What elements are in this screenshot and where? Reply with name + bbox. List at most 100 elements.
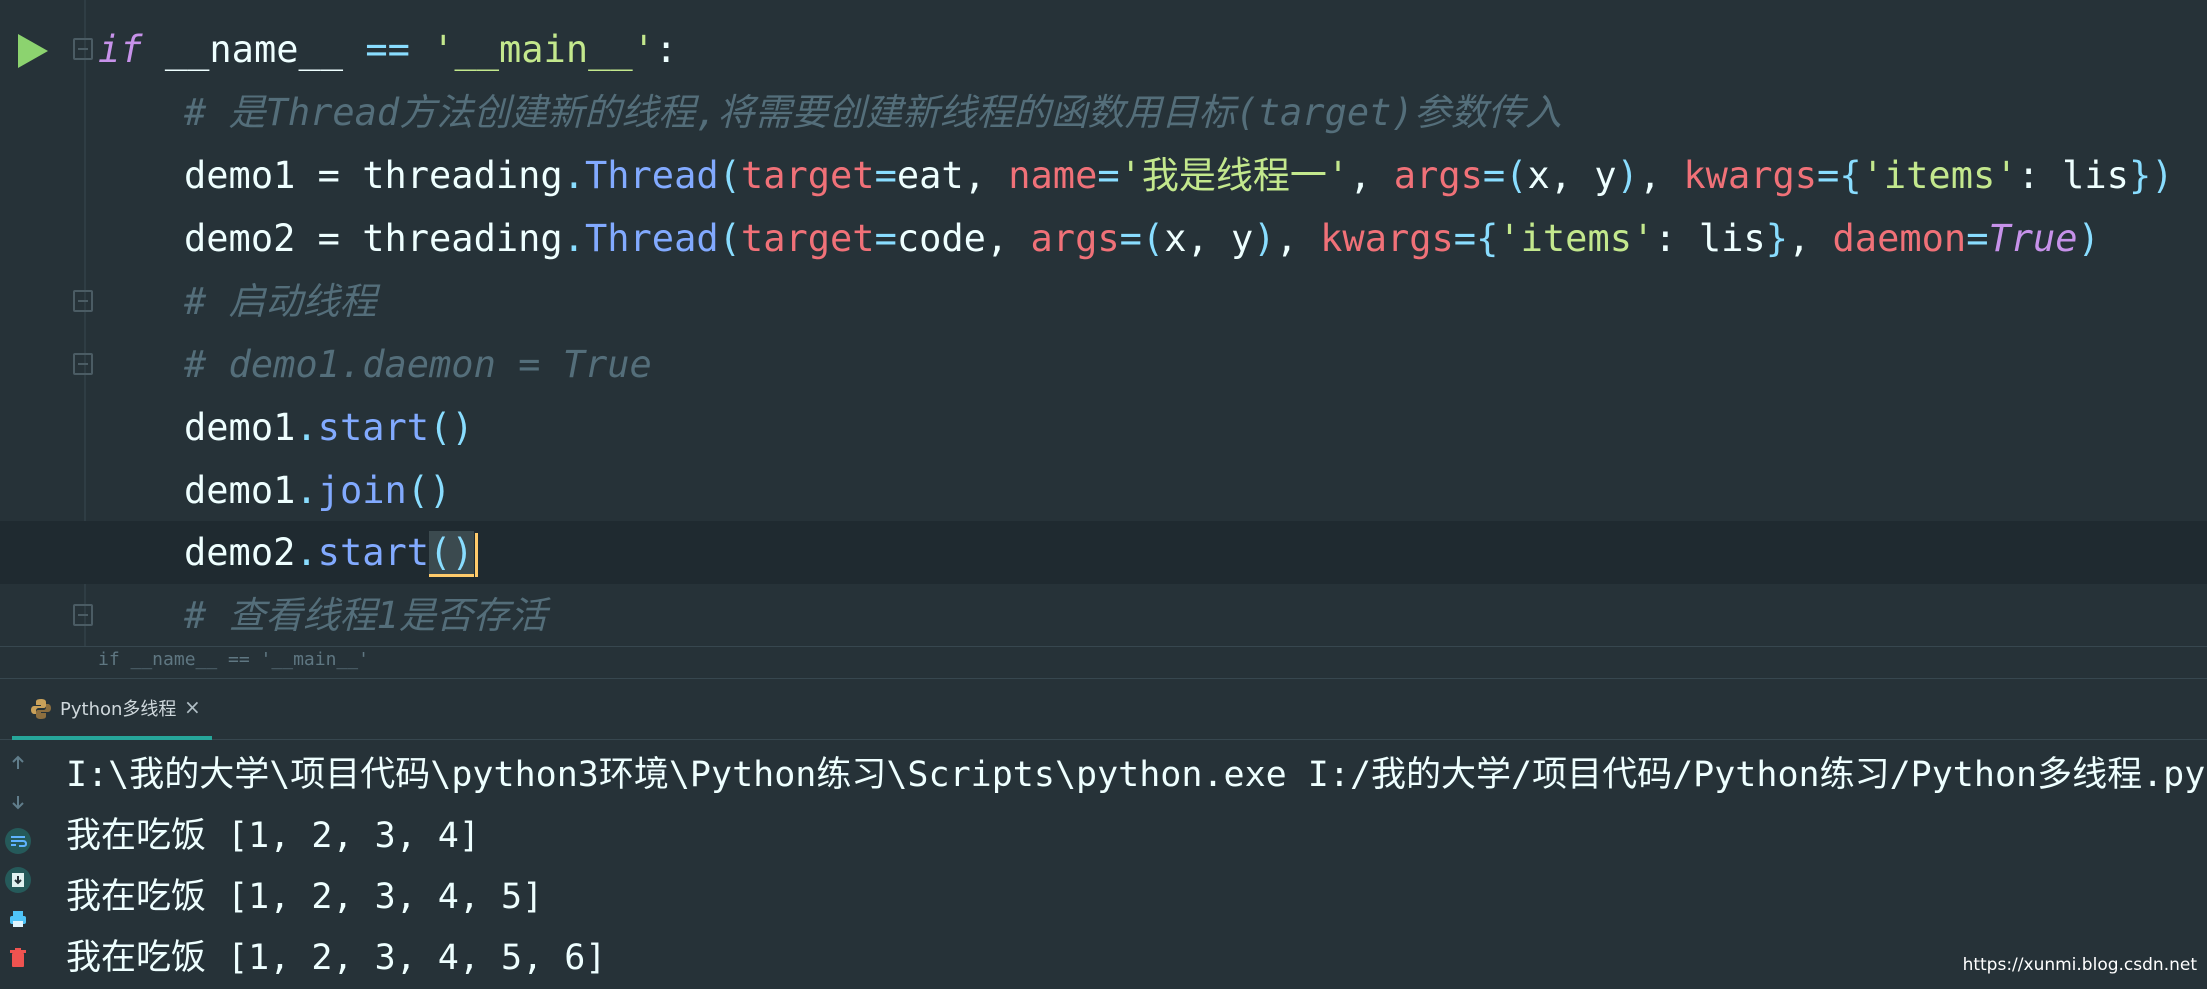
code-line-3[interactable]: demo1 = threading.Thread(target=eat, nam…: [0, 144, 2207, 207]
code-token: start: [317, 406, 430, 449]
code-token: daemon: [1832, 217, 1967, 260]
code-token: .: [295, 469, 318, 512]
code-token: args: [1393, 154, 1483, 197]
code-line-9-current[interactable]: demo2.start(): [0, 521, 2207, 584]
code-token: ,: [1787, 217, 1833, 260]
code-token: target: [740, 217, 875, 260]
code-token: =(: [1119, 217, 1165, 260]
code-token: :: [654, 28, 678, 71]
tab-python-run[interactable]: Python多线程 ×: [12, 679, 212, 740]
arrow-up-icon[interactable]: [5, 750, 31, 776]
code-token: (): [429, 406, 474, 449]
code-line-6[interactable]: # demo1.daemon = True: [0, 333, 2207, 396]
console-output[interactable]: I:\我的大学\项目代码\python3环境\Python练习\Scripts\…: [0, 740, 2207, 979]
console-line-output: 我在吃饭 [1, 2, 3, 4, 5]: [66, 877, 544, 917]
code-token: demo1 = threading: [184, 154, 563, 197]
print-icon[interactable]: [5, 906, 31, 932]
code-token: name: [1008, 154, 1098, 197]
code-line-8[interactable]: demo1.join(): [0, 459, 2207, 522]
code-token: Thread: [584, 217, 719, 260]
code-token: ): [2077, 217, 2100, 260]
code-line-10[interactable]: # 查看线程1是否存活: [0, 584, 2207, 647]
fold-icon[interactable]: [73, 290, 93, 312]
code-token: : lis: [2017, 154, 2129, 197]
code-token: code,: [896, 217, 1031, 260]
scroll-to-end-icon[interactable]: [5, 867, 31, 893]
code-token: =(: [1482, 154, 1528, 197]
code-token: 'items': [1498, 217, 1655, 260]
run-tool-window-tabs: Python多线程 ×: [0, 679, 2207, 740]
code-token: }: [1765, 217, 1788, 260]
code-editor[interactable]: if __name__ == '__main__': # 是Thread方法创建…: [0, 0, 2207, 646]
console-line-command: I:\我的大学\项目代码\python3环境\Python练习\Scripts\…: [66, 755, 2206, 795]
tab-label: Python多线程: [60, 699, 177, 720]
code-token: '我是线程一': [1119, 154, 1350, 197]
fold-icon[interactable]: [73, 353, 93, 375]
fold-icon[interactable]: [73, 604, 93, 626]
code-token: __name__: [142, 28, 366, 71]
code-token: args: [1030, 217, 1120, 260]
fold-icon[interactable]: [73, 38, 93, 60]
code-token: x, y: [1527, 154, 1617, 197]
close-icon[interactable]: ×: [184, 695, 201, 719]
code-line-7[interactable]: demo1.start(): [0, 396, 2207, 459]
code-token: .: [295, 531, 318, 574]
code-token: ,: [1349, 154, 1394, 197]
code-line-2[interactable]: # 是Thread方法创建新的线程,将需要创建新线程的函数用目标(target)…: [0, 81, 2207, 144]
code-token: demo1: [184, 469, 296, 512]
console-line-output: 我在吃饭 [1, 2, 3, 4, 5, 6]: [66, 938, 607, 978]
code-token: demo1: [184, 406, 296, 449]
code-token: .: [562, 154, 585, 197]
code-token: kwargs: [1320, 217, 1454, 260]
code-token: ): [1616, 154, 1639, 197]
code-token: : lis: [1654, 217, 1766, 260]
code-token: (: [718, 154, 741, 197]
breadcrumb[interactable]: if __name__ == '__main__': [0, 646, 2207, 679]
code-token: '__main__': [432, 28, 655, 71]
code-token: ==: [365, 28, 410, 71]
code-token: =: [1966, 217, 1989, 260]
code-line-1[interactable]: if __name__ == '__main__':: [0, 18, 2207, 81]
code-token: ={: [1453, 217, 1499, 260]
code-line-5[interactable]: # 启动线程: [0, 270, 2207, 333]
code-token: True: [1988, 217, 2078, 260]
code-token: =: [1097, 154, 1120, 197]
code-token: eat,: [896, 154, 1009, 197]
breadcrumb-item[interactable]: if __name__ == '__main__': [98, 649, 369, 670]
code-token: x, y: [1164, 217, 1254, 260]
code-token: 'items': [1861, 154, 2018, 197]
text-caret: [474, 532, 478, 577]
code-token: .: [295, 406, 318, 449]
code-line-4[interactable]: demo2 = threading.Thread(target=code, ar…: [0, 207, 2207, 270]
arrow-down-icon[interactable]: [5, 789, 31, 815]
code-token: ={: [1817, 154, 1862, 197]
code-token: start: [317, 531, 430, 574]
code-token: }): [2128, 154, 2174, 197]
code-token: target: [740, 154, 875, 197]
trash-icon[interactable]: [5, 945, 31, 971]
code-token: # 查看线程1是否存活: [184, 594, 547, 637]
code-token: demo2 = threading: [184, 217, 563, 260]
code-token: .: [562, 217, 585, 260]
code-token: (): [406, 469, 452, 512]
code-token: # 是Thread方法创建新的线程,将需要创建新线程的函数用目标(target)…: [184, 91, 1562, 134]
console-toolbar: [0, 740, 36, 979]
code-token: if: [98, 28, 143, 71]
code-token: =: [874, 154, 897, 197]
code-token: kwargs: [1683, 154, 1818, 197]
code-token: # demo1.daemon = True: [184, 343, 652, 386]
code-token: ,: [1638, 154, 1684, 197]
code-token: (): [429, 531, 474, 577]
code-token: join: [317, 469, 407, 512]
run-icon[interactable]: [18, 34, 48, 68]
code-token: Thread: [584, 154, 719, 197]
code-token: ): [1253, 217, 1276, 260]
soft-wrap-icon[interactable]: [5, 828, 31, 854]
code-token: ,: [1275, 217, 1321, 260]
code-token: # 启动线程: [184, 280, 377, 323]
python-icon: [31, 699, 51, 719]
code-token: demo2: [184, 531, 296, 574]
code-token: =: [874, 217, 897, 260]
console-line-output: 我在吃饭 [1, 2, 3, 4]: [66, 816, 480, 856]
